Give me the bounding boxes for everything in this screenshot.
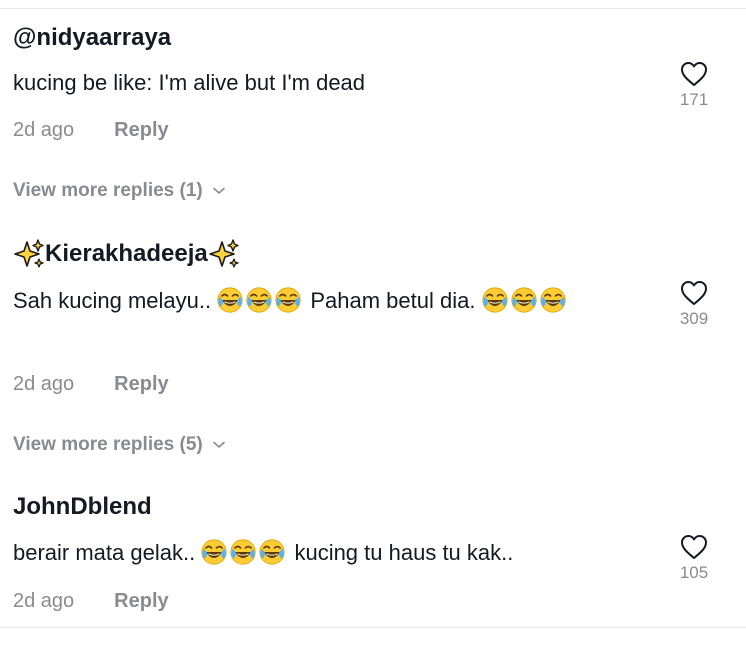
comment-text: Sah kucing melayu.. Paham betul dia. xyxy=(13,284,653,318)
like-button[interactable]: 105 xyxy=(672,533,716,583)
face-with-tears-of-joy-icon xyxy=(201,539,227,565)
like-button[interactable]: 309 xyxy=(672,279,716,329)
view-more-replies-button[interactable]: View more replies (5) xyxy=(13,434,225,456)
heart-outline-icon xyxy=(679,279,709,307)
comment-meta: 2d ago Reply xyxy=(13,590,169,613)
comment-username[interactable]: JohnDblend xyxy=(13,493,152,521)
face-with-tears-of-joy-icon xyxy=(246,287,272,313)
face-with-tears-of-joy-icon xyxy=(230,539,256,565)
face-with-tears-of-joy-icon xyxy=(511,287,537,313)
comment-text-part: Sah kucing melayu.. xyxy=(13,288,212,313)
top-divider xyxy=(0,8,746,9)
sparkles-icon xyxy=(13,238,45,270)
heart-outline-icon xyxy=(679,60,709,88)
like-count: 105 xyxy=(679,563,709,582)
comment-meta: 2d ago Reply xyxy=(13,119,169,142)
bottom-divider xyxy=(0,627,746,628)
view-more-label: View more replies (1) xyxy=(13,180,203,201)
heart-outline-icon xyxy=(679,533,709,561)
like-count: 309 xyxy=(679,309,709,328)
chevron-down-icon xyxy=(213,441,225,449)
reply-button[interactable]: Reply xyxy=(114,373,168,395)
reply-button[interactable]: Reply xyxy=(114,119,168,141)
face-with-tears-of-joy-icon xyxy=(275,287,301,313)
comment-time: 2d ago xyxy=(13,590,75,612)
comment-username[interactable]: @nidyaarraya xyxy=(13,24,171,52)
like-count: 171 xyxy=(679,90,709,109)
face-with-tears-of-joy-icon xyxy=(540,287,566,313)
comment-text-part: berair mata gelak.. xyxy=(13,540,196,565)
comment-username[interactable]: Kierakhadeeja xyxy=(13,238,240,270)
chevron-down-icon xyxy=(213,187,225,195)
face-with-tears-of-joy-icon xyxy=(217,287,243,313)
comment-meta: 2d ago Reply xyxy=(13,373,169,396)
comment-username-text: Kierakhadeeja xyxy=(45,240,208,267)
like-button[interactable]: 171 xyxy=(672,60,716,110)
comment-text: berair mata gelak.. kucing tu haus tu ka… xyxy=(13,536,653,570)
comment-time: 2d ago xyxy=(13,119,75,141)
view-more-label: View more replies (5) xyxy=(13,434,203,455)
comment-time: 2d ago xyxy=(13,373,75,395)
view-more-replies-button[interactable]: View more replies (1) xyxy=(13,180,225,202)
comment-text: kucing be like: I'm alive but I'm dead xyxy=(13,70,366,95)
comment-text-part: Paham betul dia. xyxy=(310,288,476,313)
comment-text-part: kucing tu haus tu kak.. xyxy=(294,540,514,565)
face-with-tears-of-joy-icon xyxy=(259,539,285,565)
face-with-tears-of-joy-icon xyxy=(482,287,508,313)
sparkles-icon xyxy=(208,238,240,270)
reply-button[interactable]: Reply xyxy=(114,590,168,612)
